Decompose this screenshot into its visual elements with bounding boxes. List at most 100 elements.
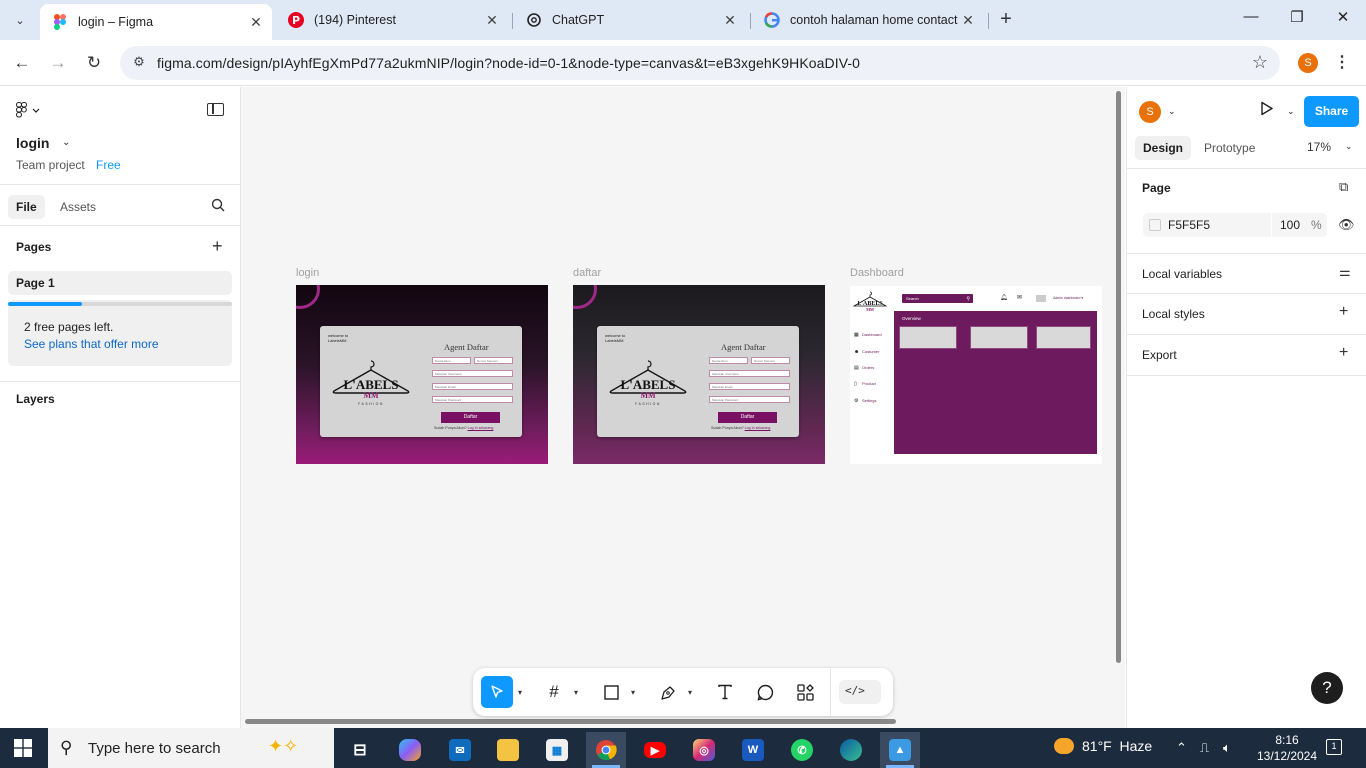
- photos-app[interactable]: ▲: [880, 732, 920, 768]
- copilot-app[interactable]: [390, 732, 430, 768]
- bookmark-star-icon[interactable]: ☆: [1252, 52, 1268, 73]
- windows-start-icon[interactable]: [14, 739, 32, 757]
- weather-widget[interactable]: 81°F Haze: [1054, 738, 1152, 754]
- notifications-icon[interactable]: 1: [1326, 739, 1342, 755]
- present-button[interactable]: [1260, 101, 1274, 120]
- close-tab-icon[interactable]: ✕: [720, 12, 740, 29]
- edge-app[interactable]: [831, 732, 871, 768]
- youtube-app[interactable]: ▶: [635, 732, 675, 768]
- pen-icon: [660, 685, 675, 700]
- text-tool-button[interactable]: [711, 678, 739, 706]
- tab-prototype[interactable]: Prototype: [1196, 136, 1263, 160]
- move-tool-button[interactable]: [481, 676, 513, 708]
- chevron-down-icon[interactable]: ⌄: [62, 137, 70, 148]
- close-tab-icon[interactable]: ✕: [482, 12, 502, 29]
- taskbar-search[interactable]: ⚲ Type here to search ✦✧: [48, 728, 334, 768]
- local-variables-heading[interactable]: Local variables: [1142, 267, 1222, 281]
- team-name[interactable]: Team project: [16, 158, 85, 172]
- chevron-down-icon[interactable]: ▾: [574, 688, 578, 697]
- new-tab-button[interactable]: +: [994, 8, 1018, 32]
- tab-chatgpt[interactable]: ChatGPT ✕: [514, 4, 746, 36]
- back-button[interactable]: ←: [10, 51, 34, 75]
- chevron-down-icon[interactable]: ⌄: [1168, 106, 1176, 117]
- system-clock[interactable]: 8:16 13/12/2024: [1256, 732, 1318, 764]
- tab-google[interactable]: contoh halaman home contact ✕: [752, 4, 984, 36]
- close-tab-icon[interactable]: ✕: [246, 14, 266, 31]
- dev-mode-toggle[interactable]: </>: [839, 680, 881, 704]
- color-swatch[interactable]: [1149, 219, 1161, 231]
- url-text[interactable]: figma.com/design/pIAyhfEgXmPd77a2ukmNIP/…: [157, 55, 860, 71]
- restore-button[interactable]: ❐: [1285, 8, 1309, 32]
- search-icon[interactable]: [211, 198, 225, 212]
- frame-label[interactable]: Dashboard: [850, 267, 904, 279]
- divider: [1127, 168, 1366, 169]
- forward-button[interactable]: →: [46, 51, 70, 75]
- chrome-app[interactable]: [586, 732, 626, 768]
- reload-button[interactable]: ↻: [82, 51, 106, 75]
- share-button[interactable]: Share: [1304, 96, 1359, 127]
- page-settings-icon[interactable]: ⧉: [1339, 179, 1348, 195]
- design-canvas[interactable]: login welcome to LabelsMM L'ABELS MM FAS…: [241, 87, 1125, 728]
- tab-search-button[interactable]: ⌄: [8, 8, 32, 32]
- frame-login[interactable]: welcome to LabelsMM L'ABELS MM FASHION A…: [296, 285, 548, 464]
- chevron-down-icon[interactable]: ▾: [631, 688, 635, 697]
- add-style-icon[interactable]: +: [1339, 303, 1348, 321]
- browser-menu-icon[interactable]: ⋮: [1334, 52, 1350, 72]
- file-explorer-app[interactable]: [488, 732, 528, 768]
- comment-tool-button[interactable]: [751, 678, 779, 706]
- close-window-button[interactable]: ✕: [1331, 8, 1355, 32]
- help-button[interactable]: ?: [1311, 672, 1343, 704]
- pen-tool-button[interactable]: [654, 678, 682, 706]
- profile-avatar[interactable]: S: [1298, 53, 1318, 73]
- site-info-icon[interactable]: ⚙: [130, 54, 148, 72]
- close-tab-icon[interactable]: ✕: [958, 12, 978, 29]
- add-export-icon[interactable]: +: [1339, 344, 1348, 362]
- page-item[interactable]: Page 1: [8, 271, 232, 295]
- shape-tool-button[interactable]: [597, 678, 625, 706]
- page-fill-field[interactable]: F5F5F5 100 %: [1143, 213, 1327, 237]
- task-view-app[interactable]: ⊟: [340, 732, 380, 768]
- export-heading[interactable]: Export: [1142, 348, 1177, 362]
- user-avatar[interactable]: S: [1139, 101, 1161, 123]
- network-icon[interactable]: ⎍: [1200, 740, 1209, 756]
- tab-pinterest[interactable]: P (194) Pinterest ✕: [276, 4, 508, 36]
- tab-figma[interactable]: login – Figma ✕: [40, 4, 272, 40]
- tab-assets[interactable]: Assets: [52, 195, 104, 219]
- panel-toggle-icon[interactable]: [207, 103, 224, 116]
- horizontal-scrollbar[interactable]: [245, 719, 896, 724]
- frame-dashboard[interactable]: L'ABELS MM Search ⚲ 🔔︎ ✉ Admin dashboard …: [850, 286, 1102, 464]
- chevron-down-icon[interactable]: ▾: [688, 688, 692, 697]
- frame-label[interactable]: login: [296, 267, 319, 279]
- chevron-down-icon[interactable]: ⌄: [1345, 141, 1353, 152]
- field-nama-akun: Nama Akun: [709, 357, 748, 364]
- main-menu-button[interactable]: [16, 102, 42, 122]
- word-app[interactable]: W: [733, 732, 773, 768]
- see-plans-link[interactable]: See plans that offer more: [24, 337, 159, 351]
- variables-settings-icon[interactable]: ⚌: [1339, 264, 1351, 280]
- frame-daftar[interactable]: welcome to LabelsMM L'ABELS MM FASHION A…: [573, 285, 825, 464]
- local-styles-heading[interactable]: Local styles: [1142, 307, 1205, 321]
- frame-tool-button[interactable]: #: [540, 678, 568, 706]
- minimize-button[interactable]: —: [1239, 8, 1263, 32]
- chevron-down-icon[interactable]: ▾: [518, 688, 522, 697]
- instagram-app[interactable]: ◎: [684, 732, 724, 768]
- tab-file[interactable]: File: [8, 195, 45, 219]
- tab-design[interactable]: Design: [1135, 136, 1192, 160]
- volume-icon[interactable]: 🔈︎: [1223, 740, 1231, 756]
- mail-app[interactable]: ✉: [440, 732, 480, 768]
- page-color-hex[interactable]: F5F5F5: [1168, 218, 1210, 232]
- whatsapp-app[interactable]: ✆: [782, 732, 822, 768]
- vertical-scrollbar[interactable]: [1116, 91, 1121, 663]
- chevron-up-icon[interactable]: ⌃: [1176, 740, 1187, 756]
- zoom-level[interactable]: 17%: [1307, 140, 1331, 154]
- frame-label[interactable]: daftar: [573, 267, 601, 279]
- actions-tool-button[interactable]: [791, 678, 819, 706]
- visibility-eye-icon[interactable]: 👁︎: [1338, 217, 1355, 233]
- store-app[interactable]: ▦: [537, 732, 577, 768]
- page-opacity[interactable]: 100: [1280, 218, 1300, 232]
- plan-badge[interactable]: Free: [96, 158, 121, 172]
- file-name[interactable]: login: [16, 135, 49, 151]
- address-bar[interactable]: ⚙ figma.com/design/pIAyhfEgXmPd77a2ukmNI…: [120, 46, 1280, 80]
- chevron-down-icon[interactable]: ⌄: [1287, 106, 1295, 117]
- add-page-icon[interactable]: +: [212, 236, 223, 257]
